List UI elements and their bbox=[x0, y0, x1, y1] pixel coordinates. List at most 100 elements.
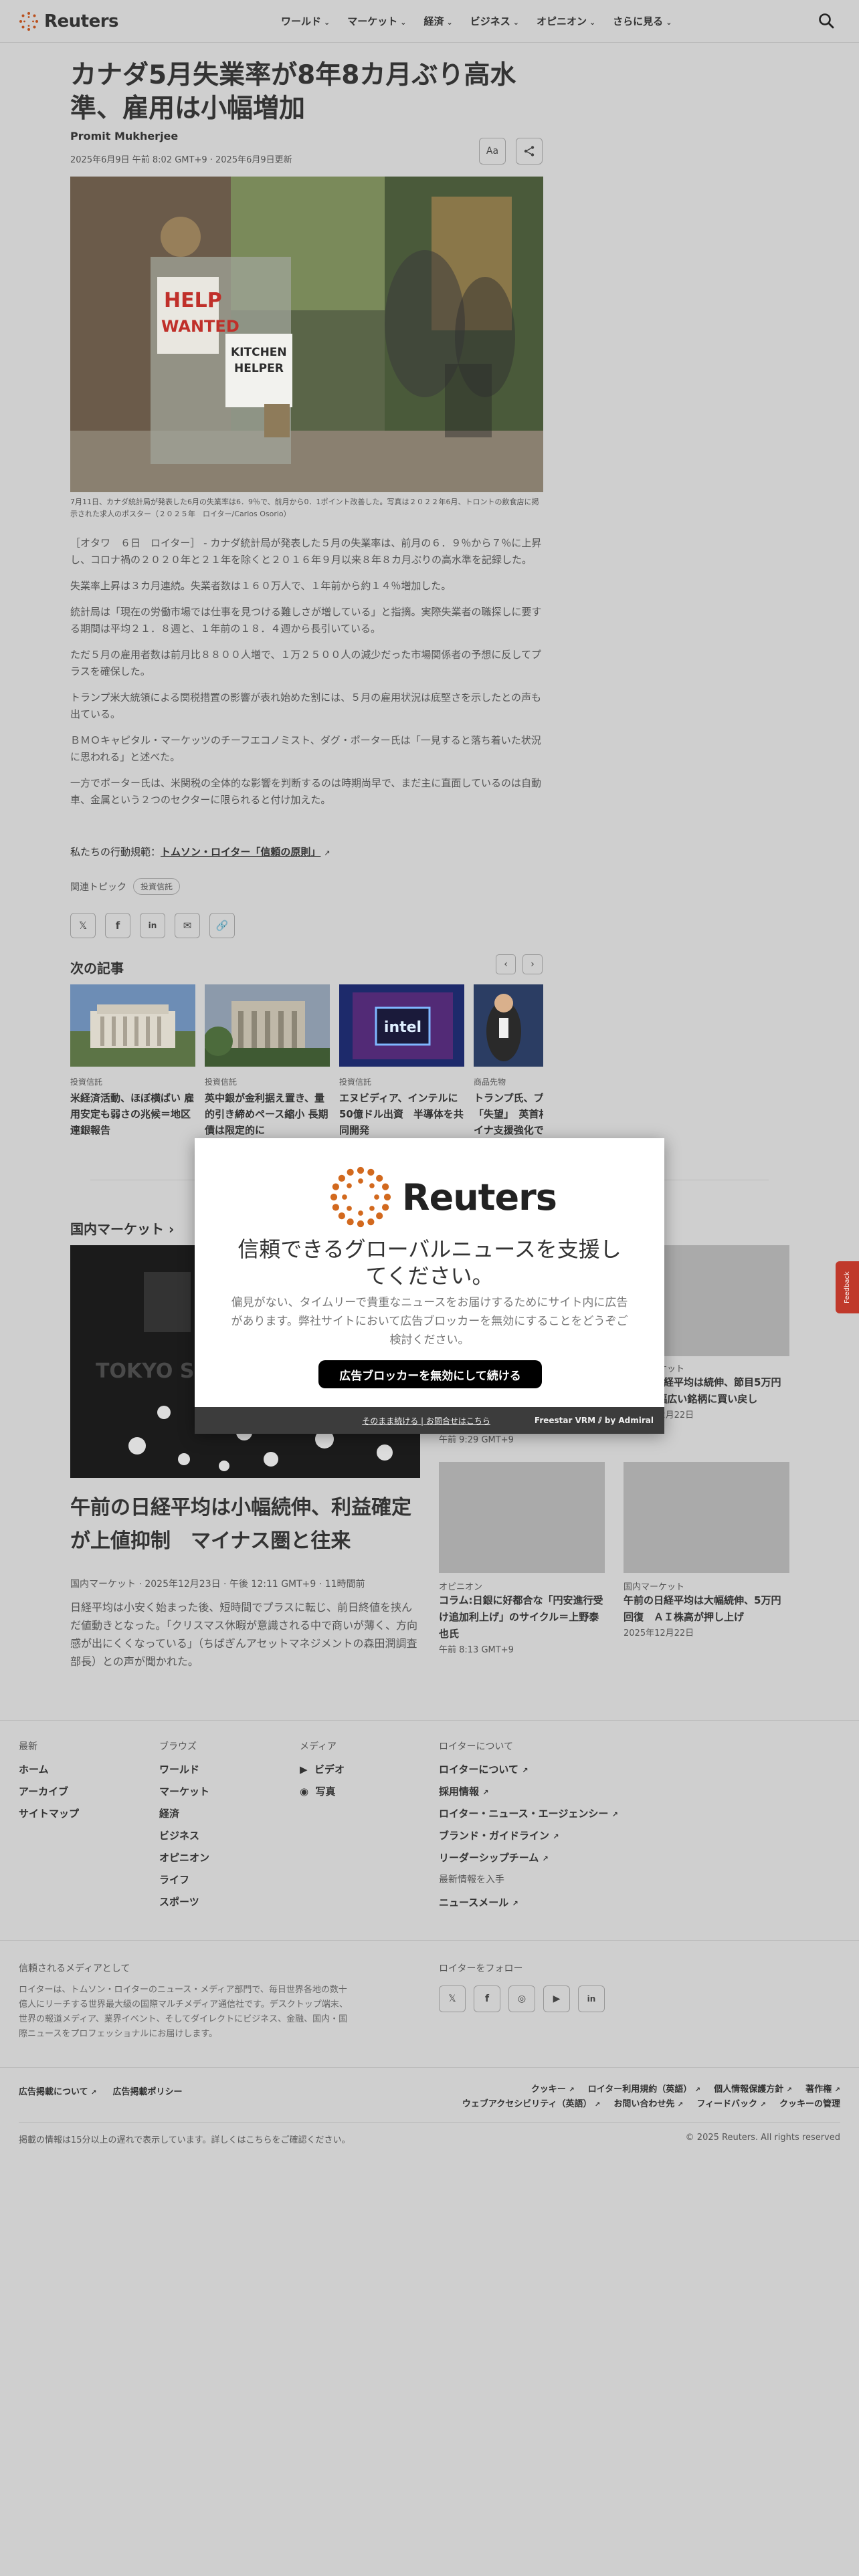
carousel-prev-button[interactable]: ‹ bbox=[496, 954, 516, 974]
card-category: 投資信託 bbox=[70, 1077, 103, 1087]
linkedin-social-button[interactable]: in bbox=[578, 1985, 605, 2012]
card-title[interactable]: 米経済活動、ほぼ横ばい 雇用安定も弱さの兆候＝地区連銀報告 bbox=[70, 1090, 195, 1138]
footer-col-heading: 最新 bbox=[19, 1741, 37, 1752]
legal-link[interactable]: ウェブアクセシビリティ（英語） ↗ bbox=[462, 2097, 601, 2109]
market-item-title[interactable]: 午前の日経平均は大幅続伸、5万円回復 ＡＩ株高が押し上げ bbox=[624, 1592, 789, 1626]
footer-link[interactable]: 採用情報 ↗ bbox=[439, 1784, 618, 1798]
external-link-icon: ↗ bbox=[677, 2101, 684, 2109]
legal-link[interactable]: フィードバック ↗ bbox=[696, 2097, 766, 2109]
card-image: intel bbox=[339, 984, 464, 1067]
footer-link-video[interactable]: ▶ ビデオ bbox=[300, 1762, 345, 1776]
contact-link[interactable]: お問合せはこちら bbox=[426, 1416, 490, 1426]
article-author[interactable]: Promit Mukherjee bbox=[70, 130, 178, 142]
market-item-category: オピニオン bbox=[439, 1582, 483, 1592]
footer-link[interactable]: サイトマップ bbox=[19, 1806, 79, 1820]
topics-label: 関連トピック bbox=[70, 881, 126, 893]
legal-link-label: 個人情報保護方針 bbox=[714, 2084, 784, 2095]
footer-link[interactable]: ブランド・ガイドライン ↗ bbox=[439, 1828, 618, 1842]
legal-link[interactable]: 著作権 ↗ bbox=[805, 2082, 840, 2095]
card-title[interactable]: 英中銀が金利据え置き、量的引き締めペース縮小 長期債は限定的に bbox=[205, 1090, 330, 1138]
market-lead-title[interactable]: 午前の日経平均は小幅続伸、利益確定が上値抑制 マイナス圏と往来 bbox=[70, 1491, 420, 1558]
footer-link-label: リーダーシップチーム bbox=[439, 1852, 539, 1864]
footer-link[interactable]: ホーム bbox=[19, 1762, 79, 1776]
carousel-next-button[interactable]: › bbox=[522, 954, 543, 974]
reuters-logo-icon bbox=[19, 12, 38, 31]
nav-world[interactable]: ワールド ⌄ bbox=[281, 14, 330, 28]
article-card[interactable]: 投資信託 米経済活動、ほぼ横ばい 雇用安定も弱さの兆候＝地区連銀報告 bbox=[70, 984, 195, 1138]
external-link-icon: ↗ bbox=[594, 2101, 601, 2109]
feedback-tab[interactable]: Feedback bbox=[836, 1261, 859, 1313]
footer-link[interactable]: ワールド bbox=[159, 1762, 209, 1776]
youtube-social-button[interactable]: ▶ bbox=[543, 1985, 570, 2012]
footer-link[interactable]: ライフ bbox=[159, 1872, 209, 1887]
footer-divider bbox=[0, 1940, 859, 1941]
copy-link-button[interactable]: 🔗 bbox=[209, 913, 235, 938]
chevron-down-icon: ⌄ bbox=[512, 18, 519, 27]
legal-link[interactable]: クッキーの管理 bbox=[779, 2097, 840, 2109]
legal-link[interactable]: 個人情報保護方針 ↗ bbox=[714, 2082, 792, 2095]
nav-markets[interactable]: マーケット ⌄ bbox=[347, 14, 406, 28]
reuters-logo[interactable]: Reuters bbox=[19, 11, 119, 32]
email-share-button[interactable]: ✉ bbox=[175, 913, 200, 938]
card-title[interactable]: トランプ氏、プーチン氏に「失望」 英首相とウクライナ支援強化で bbox=[474, 1090, 543, 1138]
nav-more[interactable]: さらに見る ⌄ bbox=[613, 14, 672, 28]
instagram-social-button[interactable]: ◎ bbox=[508, 1985, 535, 2012]
footer-link[interactable]: リーダーシップチーム ↗ bbox=[439, 1850, 618, 1864]
nav-world-label: ワールド bbox=[281, 15, 322, 27]
chevron-down-icon: ⌄ bbox=[589, 18, 596, 27]
legal-link[interactable]: お問い合わせ先 ↗ bbox=[613, 2097, 683, 2109]
font-size-button[interactable]: Aa bbox=[479, 138, 506, 165]
disable-adblock-button[interactable]: 広告ブロッカーを無効にして続ける bbox=[318, 1360, 542, 1388]
trust-principles-link[interactable]: トムソン・ロイター「信頼の原則」 bbox=[161, 846, 320, 858]
market-item[interactable]: オピニオン コラム:日銀に好都合な「円安進行受け追加利上げ」のサイクル＝上野泰也… bbox=[439, 1462, 605, 1655]
external-link-icon: ↗ bbox=[834, 2086, 840, 2094]
external-link-icon: ↗ bbox=[522, 1766, 529, 1775]
share-button[interactable] bbox=[516, 138, 543, 165]
footer-link[interactable]: マーケット bbox=[159, 1784, 209, 1798]
footer-link[interactable]: ロイター・ニュース・エージェンシー ↗ bbox=[439, 1806, 618, 1820]
market-item-title[interactable]: コラム:日銀に好都合な「円安進行受け追加利上げ」のサイクル＝上野泰也氏 bbox=[439, 1592, 605, 1642]
chevron-down-icon: ⌄ bbox=[446, 18, 453, 27]
continue-anyway-link[interactable]: そのまま続ける bbox=[362, 1416, 418, 1426]
footer-link[interactable]: ロイターについて ↗ bbox=[439, 1762, 618, 1776]
legal-link[interactable]: クッキー ↗ bbox=[531, 2082, 575, 2095]
paragraph: 統計局は「現在の労働市場では仕事を見つける難しさが増している」と指摘。実際失業者… bbox=[70, 606, 542, 635]
paragraph: トランプ米大統領による関税措置の影響が表れ始めた割には、５月の雇用状況は底堅さを… bbox=[70, 691, 541, 720]
x-share-button[interactable]: 𝕏 bbox=[70, 913, 96, 938]
footer-col-browse: ブラウズ ワールド マーケット 経済 ビジネス オピニオン ライフ スポーツ bbox=[159, 1739, 209, 1917]
nav-opinion[interactable]: オピニオン ⌄ bbox=[537, 14, 595, 28]
footer-link[interactable]: スポーツ bbox=[159, 1895, 209, 1909]
powered-by: Freestar VRM ⫽ by Admiral bbox=[534, 1415, 654, 1425]
next-articles-carousel: 投資信託 米経済活動、ほぼ横ばい 雇用安定も弱さの兆候＝地区連銀報告 投資信託 … bbox=[70, 984, 543, 1138]
footer-link[interactable]: オピニオン bbox=[159, 1850, 209, 1864]
article-card[interactable]: 商品先物 トランプ氏、プーチン氏に「失望」 英首相とウクライナ支援強化で bbox=[474, 984, 543, 1138]
footer-link[interactable]: ニュースメール ↗ bbox=[439, 1895, 618, 1909]
x-social-button[interactable]: 𝕏 bbox=[439, 1985, 466, 2012]
article-card[interactable]: 投資信託 英中銀が金利据え置き、量的引き締めペース縮小 長期債は限定的に bbox=[203, 984, 330, 1138]
legal-link[interactable]: ロイター利用規約（英語） ↗ bbox=[588, 2082, 700, 2095]
topic-chip[interactable]: 投資信託 bbox=[133, 878, 181, 895]
market-lead-meta: 国内マーケット · 2025年12月23日 · 午後 12:11 GMT+9 ·… bbox=[70, 1579, 365, 1590]
footer-link[interactable]: アーカイブ bbox=[19, 1784, 79, 1798]
external-link-icon: ↗ bbox=[482, 1788, 489, 1797]
article-card[interactable]: intel 投資信託 エヌビディア、インテルに50億ドル出資 半導体を共同開発 bbox=[339, 984, 464, 1138]
ads-policy-link[interactable]: 広告掲載ポリシー bbox=[113, 2084, 183, 2097]
footer-col-media: メディア ▶ ビデオ ◉ 写真 bbox=[300, 1739, 345, 1806]
ads-info-link[interactable]: 広告掲載について ↗ bbox=[19, 2084, 97, 2097]
search-icon[interactable] bbox=[818, 12, 835, 29]
facebook-social-button[interactable]: f bbox=[474, 1985, 500, 2012]
linkedin-share-button[interactable]: in bbox=[140, 913, 165, 938]
card-title[interactable]: エヌビディア、インテルに50億ドル出資 半導体を共同開発 bbox=[339, 1090, 464, 1138]
card-category: 投資信託 bbox=[339, 1077, 372, 1087]
footer-link[interactable]: ビジネス bbox=[159, 1828, 209, 1842]
modal-footer-bar: そのまま続ける | お問合せはこちら Freestar VRM ⫽ by Adm… bbox=[195, 1407, 664, 1434]
nav-economy[interactable]: 経済 ⌄ bbox=[423, 14, 452, 28]
market-section-heading[interactable]: 国内マーケット › bbox=[70, 1218, 174, 1238]
facebook-share-button[interactable]: f bbox=[105, 913, 130, 938]
nav-economy-label: 経済 bbox=[423, 15, 444, 27]
nav-business[interactable]: ビジネス ⌄ bbox=[470, 14, 519, 28]
footer-link-photo[interactable]: ◉ 写真 bbox=[300, 1784, 345, 1798]
footer-link[interactable]: 経済 bbox=[159, 1806, 209, 1820]
market-item[interactable]: 国内マーケット 午前の日経平均は大幅続伸、5万円回復 ＡＩ株高が押し上げ 202… bbox=[624, 1462, 789, 1638]
main-nav: ワールド ⌄ マーケット ⌄ 経済 ⌄ ビジネス ⌄ オピニオン ⌄ さらに見る ⌄ bbox=[281, 14, 672, 28]
